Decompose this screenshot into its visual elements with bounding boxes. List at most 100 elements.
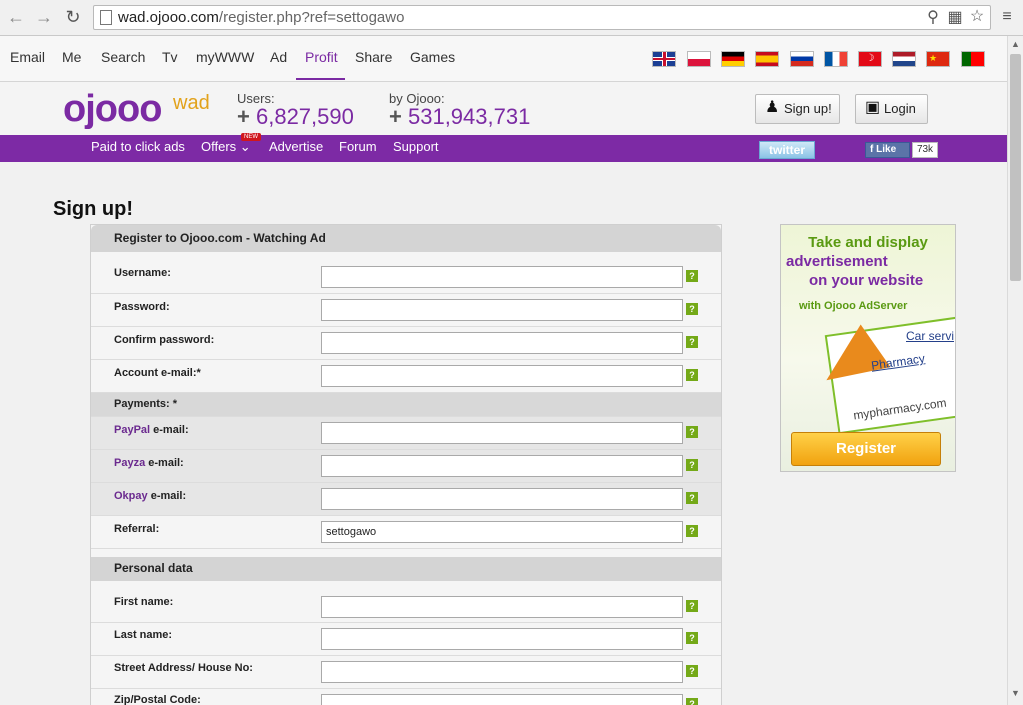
help-icon[interactable]: ? <box>686 303 698 315</box>
nav-search[interactable]: Search <box>101 49 145 65</box>
url-host: wad.ojooo.com <box>118 9 219 26</box>
email-input[interactable] <box>321 365 683 387</box>
form-row-last-name: Last name: ? <box>91 623 721 656</box>
user-icon: ♟ <box>765 99 780 116</box>
reload-icon[interactable]: ↻ <box>62 6 84 28</box>
referral-input[interactable] <box>321 521 683 543</box>
zip-input[interactable] <box>321 694 683 705</box>
nav-mywww[interactable]: myWWW <box>196 49 254 65</box>
help-icon[interactable]: ? <box>686 336 698 348</box>
forward-arrow-icon[interactable]: → <box>33 6 55 28</box>
confirm-password-input[interactable] <box>321 332 683 354</box>
first-name-label: First name: <box>114 596 174 608</box>
nav-games[interactable]: Games <box>410 49 455 65</box>
paypal-label: PayPal e-mail: <box>114 424 189 436</box>
help-icon[interactable]: ? <box>686 600 698 612</box>
help-icon[interactable]: ? <box>686 426 698 438</box>
username-input[interactable] <box>321 266 683 288</box>
menu-advertise[interactable]: Advertise <box>269 139 323 154</box>
street-input[interactable] <box>321 661 683 683</box>
menu-paid-to-click[interactable]: Paid to click ads <box>91 139 185 154</box>
help-icon[interactable]: ? <box>686 525 698 537</box>
section-title-register: Register to Ojooo.com - Watching Ad <box>114 231 326 245</box>
paypal-email-input[interactable] <box>321 422 683 444</box>
translate-icon[interactable]: ▦ <box>946 9 964 27</box>
help-icon[interactable]: ? <box>686 492 698 504</box>
nav-profit[interactable]: Profit <box>305 49 338 65</box>
signup-button[interactable]: ♟ Sign up! <box>755 94 840 124</box>
nav-ad[interactable]: Ad <box>270 49 287 65</box>
scroll-thumb[interactable] <box>1010 54 1021 281</box>
help-icon[interactable]: ? <box>686 632 698 644</box>
help-icon[interactable]: ? <box>686 270 698 282</box>
help-icon[interactable]: ? <box>686 459 698 471</box>
zip-label: Zip/Postal Code: <box>114 694 201 705</box>
nav-tv[interactable]: Tv <box>162 49 178 65</box>
fb-like-label: Like <box>876 144 897 155</box>
signup-form: Register to Ojooo.com - Watching Ad User… <box>90 224 722 705</box>
url-path: /register.php?ref=settogawo <box>218 9 405 26</box>
password-input[interactable] <box>321 299 683 321</box>
plus-icon: + <box>237 104 250 129</box>
menu-offers[interactable]: Offers ⌄ <box>201 139 251 155</box>
okpay-email-input[interactable] <box>321 488 683 510</box>
login-label: Login <box>884 101 916 116</box>
ad-line-4: with Ojooo AdServer <box>799 300 908 312</box>
fr-flag-icon[interactable] <box>824 51 848 67</box>
scroll-down-icon[interactable]: ▼ <box>1011 688 1020 698</box>
chevron-down-icon: ⌄ <box>239 139 251 154</box>
nl-flag-icon[interactable] <box>892 51 916 67</box>
menu-icon[interactable]: ≡ <box>998 8 1016 26</box>
zoom-icon[interactable]: ⚲ <box>924 9 942 27</box>
address-bar[interactable]: wad.ojooo.com/register.php?ref=settogawo <box>93 5 991 30</box>
de-flag-icon[interactable] <box>721 51 745 67</box>
form-row-first-name: First name: ? <box>91 581 721 623</box>
scrollbar[interactable]: ▲ ▼ <box>1007 36 1023 705</box>
email-suffix: e-mail: <box>145 457 184 469</box>
form-row-email: Account e-mail:* ? <box>91 360 721 393</box>
last-name-input[interactable] <box>321 628 683 650</box>
adserver-banner[interactable]: Take and display advertisement on your w… <box>780 224 956 472</box>
menu-forum[interactable]: Forum <box>339 139 377 154</box>
ru-flag-icon[interactable] <box>790 51 814 67</box>
login-button[interactable]: ▣ Login <box>855 94 928 124</box>
okpay-label: Okpay e-mail: <box>114 490 186 502</box>
menu-support[interactable]: Support <box>393 139 439 154</box>
facebook-like-count: 73k <box>912 142 938 158</box>
section-header-register: Register to Ojooo.com - Watching Ad <box>91 225 721 252</box>
help-icon[interactable]: ? <box>686 369 698 381</box>
last-name-label: Last name: <box>114 629 173 641</box>
help-icon[interactable]: ? <box>686 698 698 705</box>
payments-label: Payments: * <box>114 398 177 410</box>
gb-flag-icon[interactable] <box>652 51 676 67</box>
form-row-payza: Payza e-mail: ? <box>91 450 721 483</box>
ad-line-3: on your website <box>809 272 924 289</box>
pl-flag-icon[interactable] <box>687 51 711 67</box>
back-arrow-icon[interactable]: ← <box>5 6 27 28</box>
first-name-input[interactable] <box>321 596 683 618</box>
ad-line-2: advertisement <box>786 253 888 270</box>
scroll-up-icon[interactable]: ▲ <box>1011 39 1020 49</box>
password-label: Password: <box>114 301 170 313</box>
byojooo-value: 531,943,731 <box>407 104 531 129</box>
help-icon[interactable]: ? <box>686 665 698 677</box>
form-row-paypal: PayPal e-mail: ? <box>91 417 721 450</box>
active-tab-indicator <box>296 78 345 80</box>
ad-register-button[interactable]: Register <box>791 432 941 466</box>
payza-email-input[interactable] <box>321 455 683 477</box>
pt-flag-icon[interactable] <box>961 51 985 67</box>
cn-flag-icon[interactable]: ★ <box>926 51 950 67</box>
paypal-name: PayPal <box>114 424 151 436</box>
twitter-button[interactable]: twitter <box>759 141 815 159</box>
payments-header: Payments: * <box>91 393 721 417</box>
nav-email[interactable]: Email <box>10 49 45 65</box>
facebook-like-button[interactable]: f Like <box>865 142 910 158</box>
es-flag-icon[interactable] <box>755 51 779 67</box>
nav-me[interactable]: Me <box>62 49 81 65</box>
email-suffix: e-mail: <box>150 424 189 436</box>
page-icon <box>100 10 112 25</box>
tr-flag-icon[interactable]: ☽ <box>858 51 882 67</box>
logo[interactable]: ojooo <box>63 88 162 131</box>
bookmark-star-icon[interactable]: ☆ <box>968 8 986 26</box>
nav-share[interactable]: Share <box>355 49 392 65</box>
